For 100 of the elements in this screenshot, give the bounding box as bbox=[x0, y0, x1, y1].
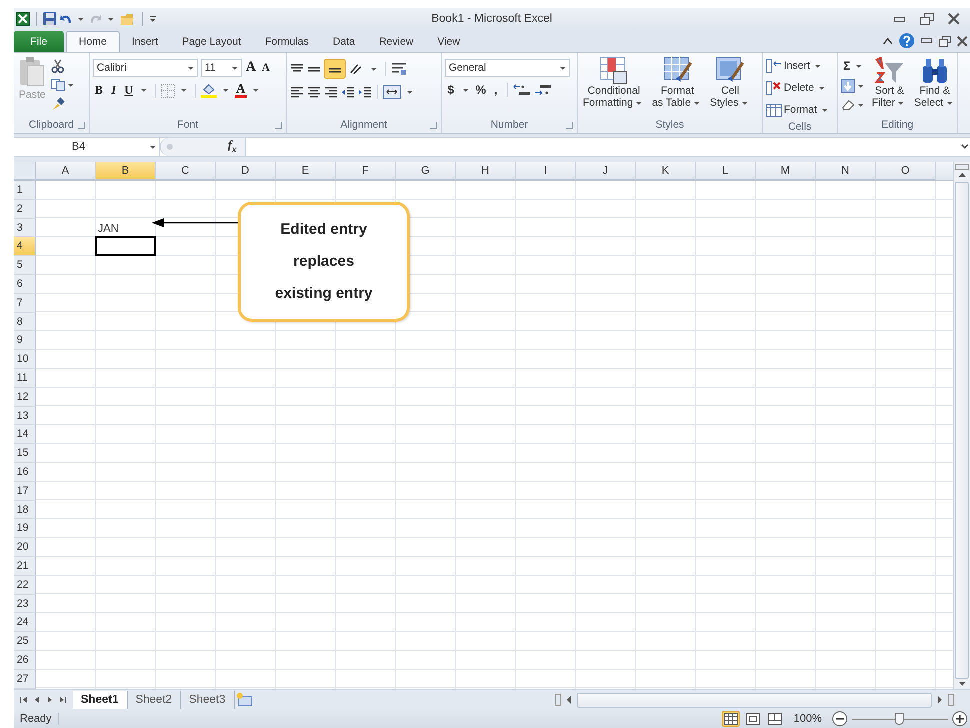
splitter-handle[interactable] bbox=[948, 694, 954, 706]
scroll-thumb[interactable] bbox=[576, 692, 932, 708]
column-header[interactable]: J bbox=[576, 162, 636, 180]
cells-button[interactable]: Format bbox=[766, 100, 832, 120]
editing-button[interactable]: Find & Select bbox=[912, 57, 958, 109]
row-header[interactable]: 10 bbox=[14, 350, 36, 369]
row-header[interactable]: 24 bbox=[14, 613, 36, 632]
increase-indent-icon[interactable] bbox=[358, 86, 372, 98]
row-header[interactable]: 13 bbox=[14, 406, 36, 426]
row-header[interactable]: 4 bbox=[14, 237, 36, 256]
row-header[interactable]: 22 bbox=[14, 576, 36, 595]
decrease-indent-icon[interactable] bbox=[341, 86, 355, 98]
excel-logo-icon[interactable] bbox=[16, 12, 30, 26]
ribbon-tab[interactable]: Insert bbox=[120, 31, 170, 52]
dialog-launcher-icon[interactable] bbox=[78, 122, 85, 128]
italic-button[interactable]: I bbox=[108, 83, 120, 98]
underline-button[interactable]: U bbox=[123, 83, 135, 98]
close-icon[interactable] bbox=[948, 13, 960, 25]
merge-center-icon[interactable] bbox=[383, 85, 401, 99]
currency-button[interactable]: $ bbox=[445, 83, 457, 97]
row-header[interactable]: 8 bbox=[14, 312, 36, 332]
row-header[interactable]: 17 bbox=[14, 482, 36, 501]
column-header[interactable]: L bbox=[696, 162, 756, 180]
row-header[interactable]: 3 bbox=[14, 218, 36, 238]
column-header[interactable]: G bbox=[396, 162, 456, 180]
row-header[interactable]: 19 bbox=[14, 519, 36, 538]
row-header[interactable]: 23 bbox=[14, 594, 36, 614]
help-icon[interactable] bbox=[899, 33, 915, 49]
row-header[interactable]: 7 bbox=[14, 294, 36, 313]
save-icon[interactable] bbox=[43, 12, 57, 26]
page-break-view-button[interactable] bbox=[766, 711, 784, 727]
ribbon-tab[interactable]: Formulas bbox=[253, 31, 322, 52]
row-header[interactable]: 1 bbox=[14, 181, 36, 200]
styles-button[interactable]: Format as Table bbox=[650, 57, 706, 109]
sheet-tab[interactable]: Sheet2 bbox=[128, 691, 182, 709]
next-sheet-icon[interactable] bbox=[46, 696, 54, 704]
cell-cursor[interactable] bbox=[95, 236, 156, 256]
file-tab[interactable]: File bbox=[14, 31, 64, 52]
undo-icon[interactable] bbox=[60, 13, 72, 25]
insert-function-button[interactable]: f$_{x}$ bbox=[228, 138, 245, 156]
editing-button[interactable]: Sort & Filter bbox=[870, 57, 910, 109]
row-header[interactable]: 2 bbox=[14, 200, 36, 219]
cells-button[interactable]: Delete bbox=[766, 78, 828, 98]
column-header[interactable]: D bbox=[216, 162, 276, 180]
customize-toolbar-icon[interactable] bbox=[149, 14, 157, 24]
fill-color-icon[interactable] bbox=[201, 83, 217, 98]
styles-button[interactable]: Conditional Formatting bbox=[581, 57, 648, 109]
number-format-dropdown[interactable]: General bbox=[445, 59, 570, 77]
font-name-dropdown[interactable]: Calibri bbox=[93, 59, 198, 77]
dialog-launcher-icon[interactable] bbox=[566, 122, 573, 128]
row-header[interactable]: 9 bbox=[14, 331, 36, 350]
column-header[interactable]: N bbox=[816, 162, 876, 180]
format-painter-icon[interactable] bbox=[50, 97, 65, 111]
column-header[interactable]: M bbox=[756, 162, 816, 180]
page-layout-view-button[interactable] bbox=[744, 711, 762, 727]
column-header[interactable]: I bbox=[516, 162, 576, 180]
autosum-button[interactable]: Σ bbox=[841, 59, 853, 73]
scroll-right-icon[interactable] bbox=[935, 694, 945, 706]
row-header[interactable]: 21 bbox=[14, 556, 36, 576]
splitter-handle[interactable] bbox=[167, 144, 173, 150]
previous-sheet-icon[interactable] bbox=[33, 696, 41, 704]
shrink-font-button[interactable]: A bbox=[260, 62, 272, 74]
table-cell[interactable]: JAN bbox=[96, 218, 156, 238]
row-header[interactable]: 11 bbox=[14, 368, 36, 388]
ribbon-tab[interactable]: Review bbox=[367, 31, 426, 52]
row-header[interactable]: 5 bbox=[14, 256, 36, 275]
ribbon-tab[interactable]: Page Layout bbox=[170, 31, 254, 52]
align-left-icon[interactable] bbox=[290, 86, 304, 98]
new-sheet-icon[interactable] bbox=[234, 692, 255, 708]
grow-font-button[interactable]: A bbox=[245, 60, 257, 76]
styles-button[interactable]: Cell Styles bbox=[708, 57, 753, 109]
sheet-tab[interactable]: Sheet3 bbox=[181, 691, 235, 709]
row-header[interactable]: 15 bbox=[14, 444, 36, 463]
splitter-handle[interactable] bbox=[955, 164, 969, 170]
increase-decimal-icon[interactable] bbox=[513, 83, 531, 97]
align-right-icon[interactable] bbox=[324, 86, 338, 98]
column-header[interactable]: H bbox=[456, 162, 516, 180]
column-header[interactable]: F bbox=[336, 162, 396, 180]
first-sheet-icon[interactable] bbox=[20, 696, 28, 704]
close-icon[interactable] bbox=[957, 36, 968, 46]
font-size-dropdown[interactable]: 11 bbox=[201, 59, 242, 77]
row-header[interactable]: 14 bbox=[14, 425, 36, 444]
eraser-icon[interactable] bbox=[841, 99, 855, 111]
scissors-icon[interactable] bbox=[50, 59, 65, 73]
splitter-handle[interactable] bbox=[554, 694, 561, 706]
decrease-decimal-icon[interactable] bbox=[534, 83, 552, 97]
zoom-slider-thumb[interactable] bbox=[895, 712, 904, 724]
zoom-in-icon[interactable] bbox=[952, 711, 968, 727]
last-sheet-icon[interactable] bbox=[59, 696, 67, 704]
dialog-launcher-icon[interactable] bbox=[430, 122, 437, 128]
restore-icon[interactable] bbox=[920, 13, 934, 25]
zoom-level[interactable]: 100% bbox=[794, 713, 822, 725]
comma-button[interactable]: , bbox=[490, 83, 502, 97]
column-header[interactable]: O bbox=[876, 162, 936, 180]
row-header[interactable]: 12 bbox=[14, 388, 36, 407]
align-bottom-icon[interactable] bbox=[324, 59, 346, 79]
column-header[interactable]: A bbox=[36, 162, 96, 180]
row-header[interactable]: 25 bbox=[14, 632, 36, 651]
row-header[interactable]: 6 bbox=[14, 274, 36, 294]
normal-view-button[interactable] bbox=[722, 711, 740, 727]
